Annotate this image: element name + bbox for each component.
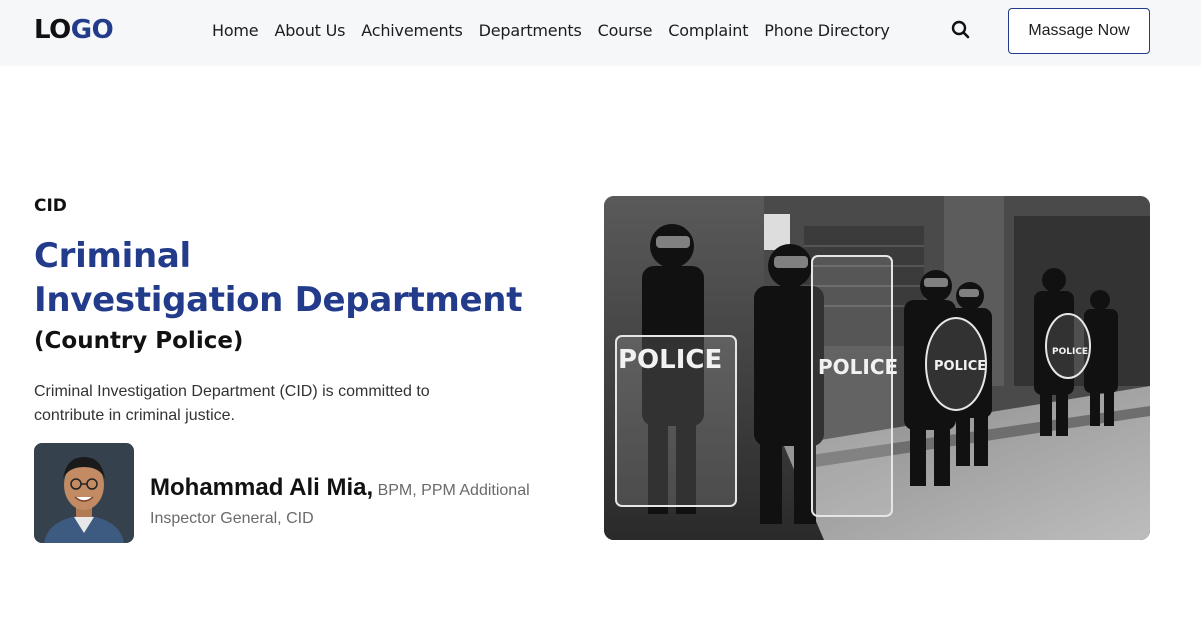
person-name: Mohammad Ali Mia, (150, 474, 374, 501)
hero-photo: POLICE POLICE POLICE POLICE (604, 196, 1150, 540)
nav-achivements[interactable]: Achivements (361, 20, 463, 42)
shield-text-2: POLICE (818, 355, 898, 379)
navbar: LOGO Home About Us Achivements Departmen… (0, 0, 1201, 66)
avatar (34, 443, 134, 543)
shield-text-3: POLICE (934, 359, 986, 374)
shield-text-1: POLICE (618, 345, 722, 375)
title-line-1: Criminal (34, 236, 191, 276)
nav-home[interactable]: Home (212, 20, 259, 42)
nav-about-us[interactable]: About Us (274, 20, 345, 42)
page-title: Criminal Investigation Department (34, 234, 574, 322)
nav-course[interactable]: Course (598, 20, 653, 42)
message-now-button[interactable]: Massage Now (1008, 8, 1150, 54)
subtitle: (Country Police) (34, 328, 244, 354)
eyebrow-label: CID (34, 196, 67, 216)
search-icon[interactable] (950, 19, 972, 41)
shield-text-4: POLICE (1052, 347, 1088, 357)
title-line-2: Investigation Department (34, 280, 523, 320)
main-nav: Home About Us Achivements Departments Co… (212, 20, 890, 42)
logo[interactable]: LOGO (34, 14, 114, 46)
nav-phone-directory[interactable]: Phone Directory (764, 20, 890, 42)
nav-departments[interactable]: Departments (479, 20, 582, 42)
description: Criminal Investigation Department (CID) … (34, 383, 430, 424)
logo-part-1: LO (34, 15, 71, 45)
nav-complaint[interactable]: Complaint (668, 20, 748, 42)
person-info: Mohammad Ali Mia, BPM, PPM Additional In… (150, 474, 560, 533)
logo-part-2: GO (70, 15, 114, 45)
